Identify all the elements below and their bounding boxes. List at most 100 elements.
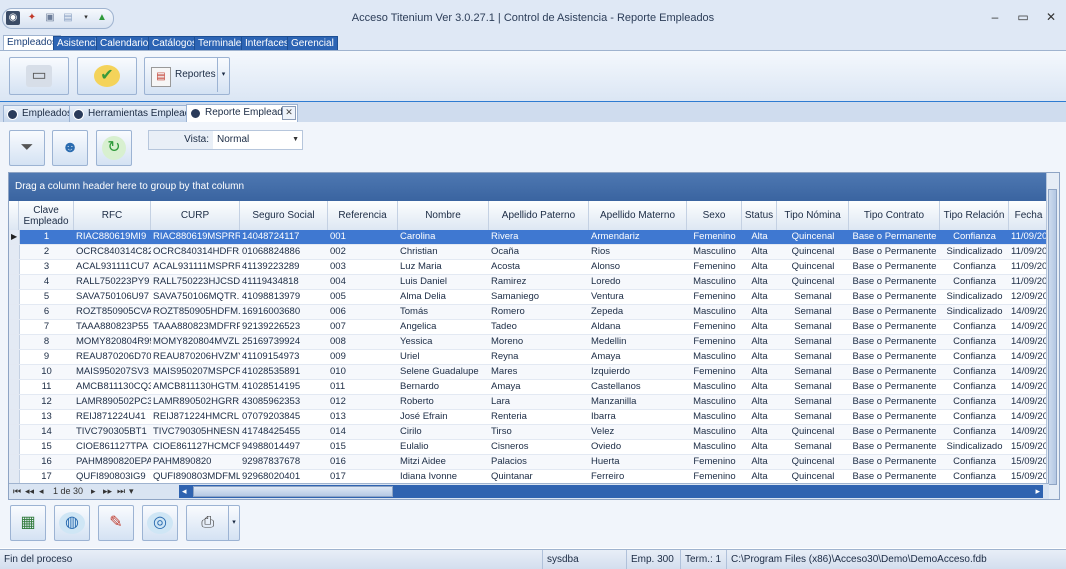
export-text-button[interactable]: ✎ <box>98 505 134 541</box>
cell-rfc[interactable]: SAVA750106U97 <box>74 290 151 304</box>
cell-apellido-paterno[interactable]: Romero <box>489 305 589 319</box>
cell-nombre[interactable]: Mitzi Aidee <box>398 455 489 469</box>
vista-select[interactable]: Vista: Normal ▼ <box>148 130 303 150</box>
last-page-icon[interactable]: ⏭ <box>117 484 125 499</box>
cell-tipo-contrato[interactable]: Base o Permanente <box>849 260 940 274</box>
cell-sexo[interactable]: Femenino <box>687 335 742 349</box>
cell-rfc[interactable]: CIOE861127TPA <box>74 440 151 454</box>
cell-status[interactable]: Alta <box>742 290 777 304</box>
cell-apellido-materno[interactable]: Ferreiro <box>589 470 687 484</box>
cell-clave[interactable]: 6 <box>19 305 74 319</box>
cell-tipo-relacion[interactable]: Sindicalizado <box>940 305 1009 319</box>
cell-clave[interactable]: 5 <box>19 290 74 304</box>
cell-apellido-materno[interactable]: Medellin <box>589 335 687 349</box>
cell-referencia[interactable]: 001 <box>328 230 398 244</box>
cell-sexo[interactable]: Femenino <box>687 455 742 469</box>
cell-curp[interactable]: SAVA750106MQTR... <box>151 290 240 304</box>
cell-nombre[interactable]: Uriel <box>398 350 489 364</box>
cell-seguro-social[interactable]: 41109154973 <box>240 350 328 364</box>
table-row[interactable]: 10MAIS950207SV3MAIS950207MSPCR...4102853… <box>9 365 1049 380</box>
cell-referencia[interactable]: 015 <box>328 440 398 454</box>
cell-clave[interactable]: 4 <box>19 275 74 289</box>
cell-rfc[interactable]: REAU870206D70 <box>74 350 151 364</box>
table-row[interactable]: 2 OCRC840314C82 OCRC840314HDFR... 010688248… <box>9 245 1049 260</box>
cell-rfc[interactable]: TIVC790305BT1 <box>74 425 151 439</box>
cell-apellido-paterno[interactable]: Acosta <box>489 260 589 274</box>
cell-curp[interactable]: MOMY820804MVZL... <box>151 335 240 349</box>
cell-fecha[interactable]: 15/09/20 <box>1009 470 1049 484</box>
cell-apellido-paterno[interactable]: Renteria <box>489 410 589 424</box>
cell-curp[interactable]: ROZT850905HDFM... <box>151 305 240 319</box>
cell-status[interactable]: Alta <box>742 230 777 244</box>
table-row[interactable]: 4 RALL750223PY9 RALL750223HJCSD... 41119434… <box>9 275 1049 290</box>
export-web-button[interactable]: ◍ <box>54 505 90 541</box>
cell-referencia[interactable]: 017 <box>328 470 398 484</box>
column-header-sexo[interactable]: Sexo <box>687 201 742 230</box>
cell-tipo-relacion[interactable]: Confianza <box>940 350 1009 364</box>
cell-fecha[interactable]: 15/09/20 <box>1009 455 1049 469</box>
column-header-tipo-relacion[interactable]: Tipo Relación <box>940 201 1009 230</box>
cell-tipo-contrato[interactable]: Base o Permanente <box>849 335 940 349</box>
chevron-down-icon[interactable]: ▾ <box>228 506 239 540</box>
refresh-button[interactable]: ↻ <box>96 130 132 166</box>
cell-tipo-nomina[interactable]: Semanal <box>777 365 849 379</box>
column-header-clave[interactable]: Clave Empleado <box>19 201 74 230</box>
cell-apellido-materno[interactable]: Rios <box>589 245 687 259</box>
table-row[interactable]: 15CIOE861127TPACIOE861127HCMCR...9498801… <box>9 440 1049 455</box>
cell-nombre[interactable]: Christian <box>398 245 489 259</box>
cell-seguro-social[interactable]: 41098813979 <box>240 290 328 304</box>
column-header-tipo-contrato[interactable]: Tipo Contrato <box>849 201 940 230</box>
cell-tipo-contrato[interactable]: Base o Permanente <box>849 365 940 379</box>
cell-sexo[interactable]: Femenino <box>687 290 742 304</box>
cell-status[interactable]: Alta <box>742 440 777 454</box>
cell-tipo-nomina[interactable]: Quincenal <box>777 455 849 469</box>
cell-apellido-materno[interactable]: Amaya <box>589 350 687 364</box>
cell-rfc[interactable]: ROZT850905CVA <box>74 305 151 319</box>
table-row[interactable]: 8 MOMY820804R99 MOMY820804MVZL... 251697399… <box>9 335 1049 350</box>
cell-tipo-relacion[interactable]: Sindicalizado <box>940 440 1009 454</box>
horizontal-scroll-thumb[interactable] <box>193 486 393 497</box>
cell-sexo[interactable]: Masculino <box>687 410 742 424</box>
cell-nombre[interactable]: Luz Maria <box>398 260 489 274</box>
cell-status[interactable]: Alta <box>742 335 777 349</box>
cell-fecha[interactable]: 14/09/20 <box>1009 335 1049 349</box>
close-tab-icon[interactable]: ✕ <box>282 106 296 120</box>
cell-rfc[interactable]: MAIS950207SV3 <box>74 365 151 379</box>
cell-sexo[interactable]: Masculino <box>687 425 742 439</box>
cell-clave[interactable]: 1 <box>19 230 74 244</box>
cell-tipo-nomina[interactable]: Semanal <box>777 335 849 349</box>
cell-clave[interactable]: 7 <box>19 320 74 334</box>
cell-referencia[interactable]: 006 <box>328 305 398 319</box>
cell-status[interactable]: Alta <box>742 470 777 484</box>
cell-apellido-materno[interactable]: Alonso <box>589 260 687 274</box>
cell-apellido-materno[interactable]: Oviedo <box>589 440 687 454</box>
cell-nombre[interactable]: Carolina <box>398 230 489 244</box>
cell-apellido-paterno[interactable]: Tirso <box>489 425 589 439</box>
cell-seguro-social[interactable]: 07079203845 <box>240 410 328 424</box>
cell-status[interactable]: Alta <box>742 260 777 274</box>
cell-apellido-materno[interactable]: Ibarra <box>589 410 687 424</box>
export-excel-button[interactable]: ▦ <box>10 505 46 541</box>
pager-menu-icon[interactable]: ▾ <box>129 484 134 499</box>
doc-tab-empleados[interactable]: Empleados <box>3 105 78 122</box>
cell-tipo-relacion[interactable]: Confianza <box>940 260 1009 274</box>
cell-tipo-relacion[interactable]: Confianza <box>940 230 1009 244</box>
cell-fecha[interactable]: 14/09/20 <box>1009 425 1049 439</box>
cell-seguro-social[interactable]: 92968020401 <box>240 470 328 484</box>
cell-clave[interactable]: 10 <box>19 365 74 379</box>
cell-referencia[interactable]: 010 <box>328 365 398 379</box>
cell-rfc[interactable]: RALL750223PY9 <box>74 275 151 289</box>
cell-fecha[interactable]: 14/09/20 <box>1009 395 1049 409</box>
cell-clave[interactable]: 3 <box>19 260 74 274</box>
column-header-apellido-paterno[interactable]: Apellido Paterno <box>489 201 589 230</box>
cell-tipo-nomina[interactable]: Semanal <box>777 350 849 364</box>
cell-status[interactable]: Alta <box>742 365 777 379</box>
maximize-button[interactable]: ▭ <box>1012 10 1034 24</box>
cell-tipo-contrato[interactable]: Base o Permanente <box>849 395 940 409</box>
close-button[interactable]: ✕ <box>1040 10 1062 24</box>
prev-page-icon[interactable]: ◂◂ <box>25 484 34 499</box>
cell-apellido-materno[interactable]: Armendariz <box>589 230 687 244</box>
cell-rfc[interactable]: MOMY820804R99 <box>74 335 151 349</box>
cell-sexo[interactable]: Masculino <box>687 380 742 394</box>
cell-status[interactable]: Alta <box>742 395 777 409</box>
